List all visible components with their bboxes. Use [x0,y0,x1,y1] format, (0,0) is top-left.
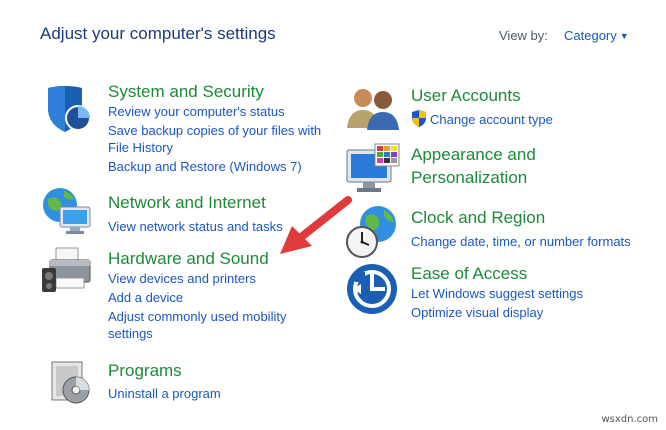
link-network-status[interactable]: View network status and tasks [108,218,283,236]
category-network-internet[interactable]: Network and Internet [108,191,266,214]
view-by-value: Category [564,28,617,43]
link-file-history[interactable]: File History [108,139,173,157]
shield-icon [48,86,91,132]
link-mobility-settings[interactable]: Adjust commonly used mobility [108,308,286,326]
link-devices-printers[interactable]: View devices and printers [108,270,256,288]
ease-of-access-icon [347,264,397,314]
category-appearance-line2[interactable]: Personalization [411,166,527,189]
page-title: Adjust your computer's settings [40,24,276,43]
uac-shield-icon [412,110,426,127]
appearance-monitor-icon [346,143,400,192]
category-ease-of-access[interactable]: Ease of Access [411,262,527,285]
programs-disc-icon [51,361,90,404]
link-change-account-type[interactable]: Change account type [430,111,553,129]
category-clock-region[interactable]: Clock and Region [411,206,545,229]
link-backup-restore[interactable]: Backup and Restore (Windows 7) [108,158,302,176]
chevron-down-icon: ▼ [619,31,629,41]
printer-speaker-icon [42,247,91,292]
link-uninstall-program[interactable]: Uninstall a program [108,385,221,403]
link-save-backup[interactable]: Save backup copies of your files with [108,122,321,140]
category-appearance-line1[interactable]: Appearance and [411,143,536,166]
category-user-accounts[interactable]: User Accounts [411,84,521,107]
link-mobility-settings-cont[interactable]: settings [108,325,153,343]
users-icon [347,89,399,130]
category-system-security[interactable]: System and Security [108,80,264,103]
view-by-dropdown[interactable]: Category ▼ [564,28,629,43]
view-by-label: View by: [499,28,548,43]
category-hardware-sound[interactable]: Hardware and Sound [108,247,269,270]
red-arrow-annotation [280,196,352,254]
link-add-device[interactable]: Add a device [108,289,183,307]
category-programs[interactable]: Programs [108,359,182,382]
link-optimize-display[interactable]: Optimize visual display [411,304,543,322]
link-windows-suggest[interactable]: Let Windows suggest settings [411,285,583,303]
watermark: wsxdn.com [601,414,658,425]
network-globe-icon [43,188,91,234]
link-review-status[interactable]: Review your computer's status [108,103,285,121]
link-change-date-formats[interactable]: Change date, time, or number formats [411,233,631,251]
